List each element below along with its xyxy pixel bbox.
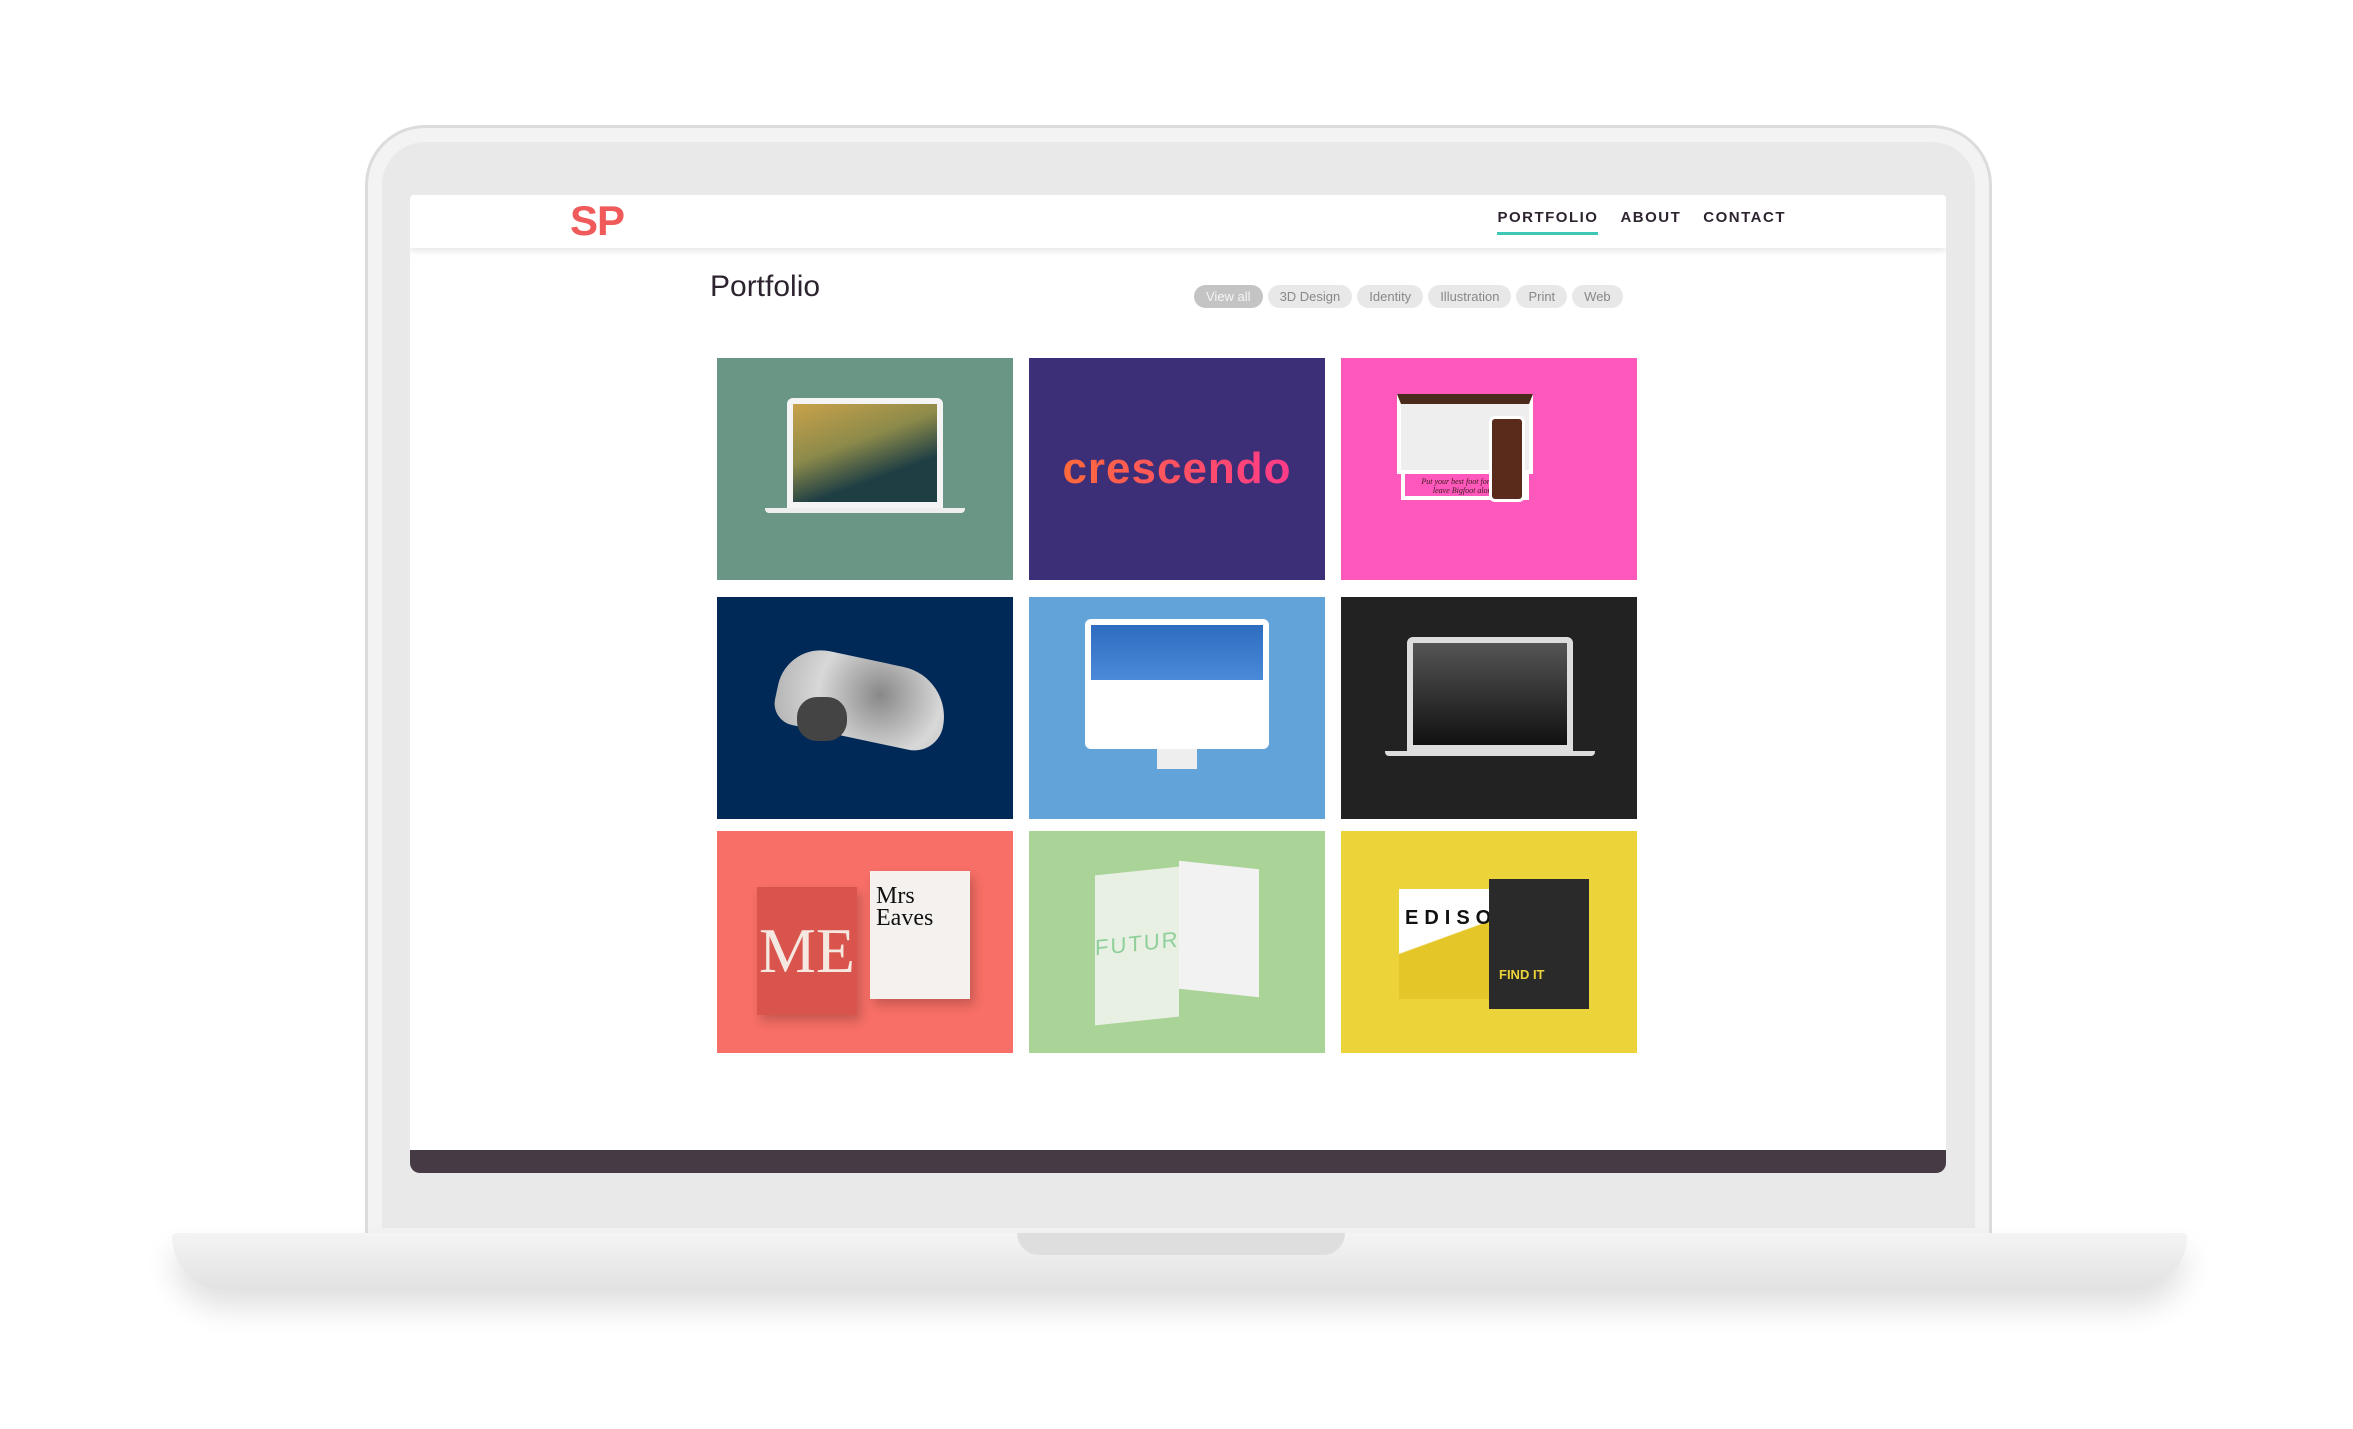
edison-text: EDISON xyxy=(1399,889,1512,999)
nav-portfolio[interactable]: PORTFOLIO xyxy=(1497,209,1599,235)
filter-illustration[interactable]: Illustration xyxy=(1428,285,1512,308)
logo[interactable]: SP xyxy=(570,197,625,245)
portfolio-tile-desktop-web[interactable] xyxy=(1029,597,1325,819)
portfolio-tile-bigfoot-web[interactable]: Put your best foot forward: leave Bigfoo… xyxy=(1341,358,1637,580)
filter-bar: View all 3D Design Identity Illustration… xyxy=(1194,285,1623,308)
page-title: Portfolio xyxy=(710,270,821,303)
futura-text: FUTURA xyxy=(1095,866,1196,1026)
portfolio-tile-mrs-eaves[interactable]: ME Mrs Eaves xyxy=(717,831,1013,1053)
portfolio-tile-edison[interactable]: EDISON FIND IT xyxy=(1341,831,1637,1053)
portfolio-tile-dark-laptop[interactable] xyxy=(1341,597,1637,819)
edison-tagline: FIND IT xyxy=(1489,879,1589,1009)
laptop-base xyxy=(172,1233,2187,1290)
filter-view-all[interactable]: View all xyxy=(1194,285,1263,308)
filter-web[interactable]: Web xyxy=(1572,285,1623,308)
nav-about[interactable]: ABOUT xyxy=(1620,209,1681,235)
portfolio-tile-crescendo[interactable]: crescendo xyxy=(1029,358,1325,580)
filter-3d-design[interactable]: 3D Design xyxy=(1267,285,1353,308)
laptop-screen: SP PORTFOLIO ABOUT CONTACT Portfolio Vie… xyxy=(410,195,1946,1173)
filter-identity[interactable]: Identity xyxy=(1357,285,1424,308)
portfolio-tile-futura[interactable]: FUTURA xyxy=(1029,831,1325,1053)
me-cover: ME xyxy=(757,887,857,1015)
nav-contact[interactable]: CONTACT xyxy=(1703,209,1786,235)
portfolio-tile-3d-vehicle[interactable] xyxy=(717,597,1013,819)
footer-bar xyxy=(410,1150,1946,1173)
laptop-notch xyxy=(1017,1233,1345,1255)
crescendo-logo: crescendo xyxy=(1062,444,1292,493)
mrs-eaves-page: Mrs Eaves xyxy=(870,871,970,999)
filter-print[interactable]: Print xyxy=(1516,285,1568,308)
top-nav: SP PORTFOLIO ABOUT CONTACT xyxy=(410,195,1946,248)
portfolio-tile-illustration-laptop[interactable] xyxy=(717,358,1013,580)
